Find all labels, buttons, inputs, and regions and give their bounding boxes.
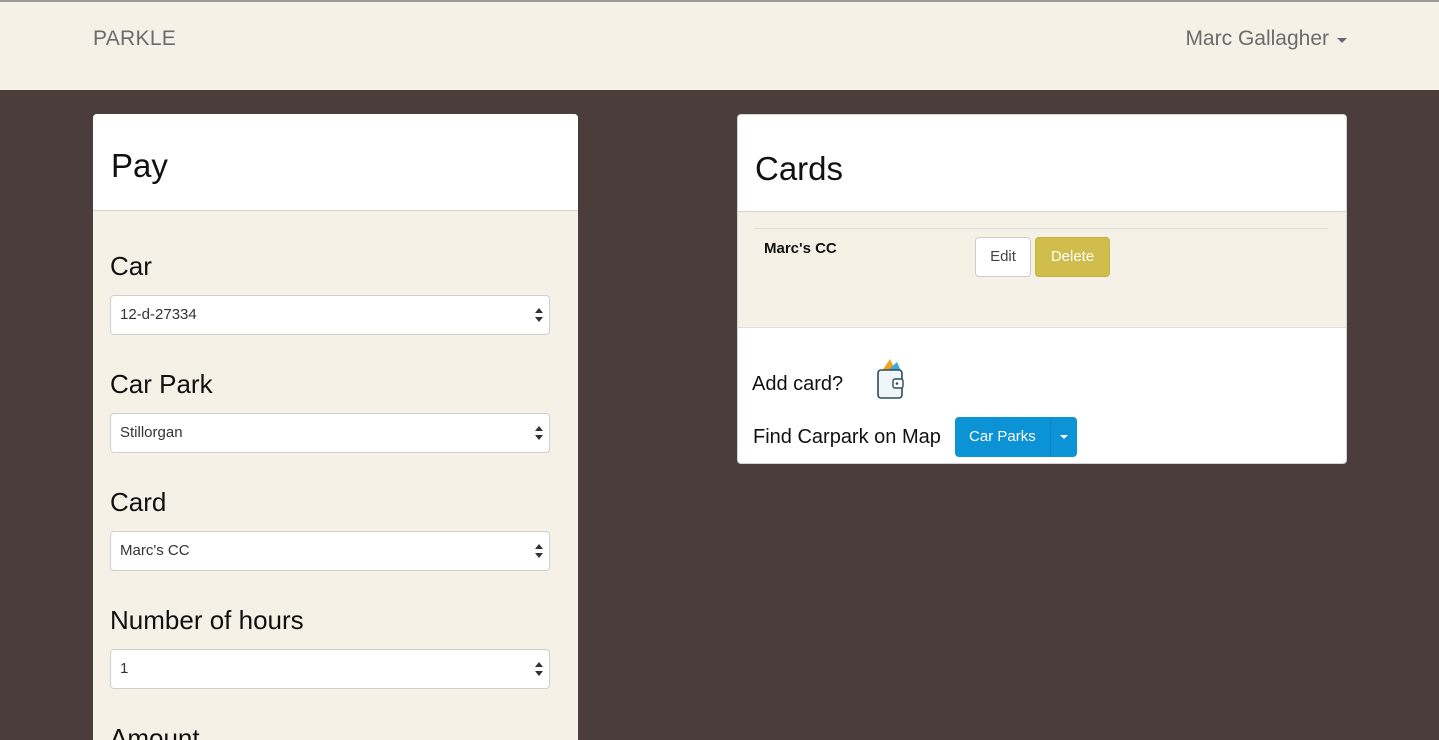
- add-card-row: Add card?: [752, 355, 907, 401]
- caret-down-icon: [1337, 38, 1347, 43]
- hours-label: Number of hours: [110, 605, 304, 635]
- cards-title: Cards: [755, 150, 844, 187]
- cards-panel: Cards Marc's CC Edit Delete Add card? Fi…: [737, 114, 1347, 464]
- car-park-label: Car Park: [110, 369, 213, 399]
- delete-card-button[interactable]: Delete: [1035, 237, 1110, 277]
- sort-arrows-icon: [535, 307, 543, 323]
- card-select-value: Marc's CC: [120, 542, 190, 559]
- card-name: Marc's CC: [764, 240, 837, 257]
- car-label: Car: [110, 251, 152, 281]
- pay-title: Pay: [111, 147, 168, 184]
- user-name: Marc Gallagher: [1185, 27, 1329, 50]
- car-park-select-value: Stillorgan: [120, 424, 183, 441]
- navbar: PARKLE Marc Gallagher: [0, 2, 1439, 90]
- hours-select-value: 1: [120, 660, 129, 677]
- card-row: Marc's CC Edit Delete: [754, 228, 1328, 288]
- find-carpark-label: Find Carpark on Map: [753, 425, 941, 448]
- car-park-select[interactable]: Stillorgan: [110, 413, 550, 453]
- wallet-icon[interactable]: [875, 355, 907, 401]
- car-select[interactable]: 12-d-27334: [110, 295, 550, 335]
- cards-header: Cards: [738, 115, 1346, 212]
- caret-down-icon: [1059, 435, 1068, 439]
- add-card-label: Add card?: [752, 372, 844, 395]
- brand-logo[interactable]: PARKLE: [93, 27, 176, 51]
- sort-arrows-icon: [535, 543, 543, 559]
- sort-arrows-icon: [535, 425, 543, 441]
- card-label: Card: [110, 487, 167, 517]
- amount-label: Amount: [110, 723, 200, 740]
- sort-arrows-icon: [535, 661, 543, 677]
- find-carpark-row: Find Carpark on Map Car Parks: [753, 417, 1077, 457]
- edit-card-button[interactable]: Edit: [975, 237, 1031, 277]
- car-parks-toggle[interactable]: [1050, 417, 1077, 457]
- pay-form: Car 12-d-27334 Car Park Stillorgan Card …: [93, 211, 578, 740]
- user-menu[interactable]: Marc Gallagher: [1185, 27, 1347, 51]
- car-parks-dropdown[interactable]: Car Parks: [954, 417, 1077, 457]
- car-select-value: 12-d-27334: [120, 306, 197, 323]
- pay-panel: Pay Car 12-d-27334 Car Park Stillorgan C…: [93, 114, 578, 740]
- pay-header: Pay: [93, 114, 578, 211]
- cards-list: Marc's CC Edit Delete: [738, 212, 1346, 328]
- card-select[interactable]: Marc's CC: [110, 531, 550, 571]
- hours-select[interactable]: 1: [110, 649, 550, 689]
- car-parks-button[interactable]: Car Parks: [954, 417, 1051, 457]
